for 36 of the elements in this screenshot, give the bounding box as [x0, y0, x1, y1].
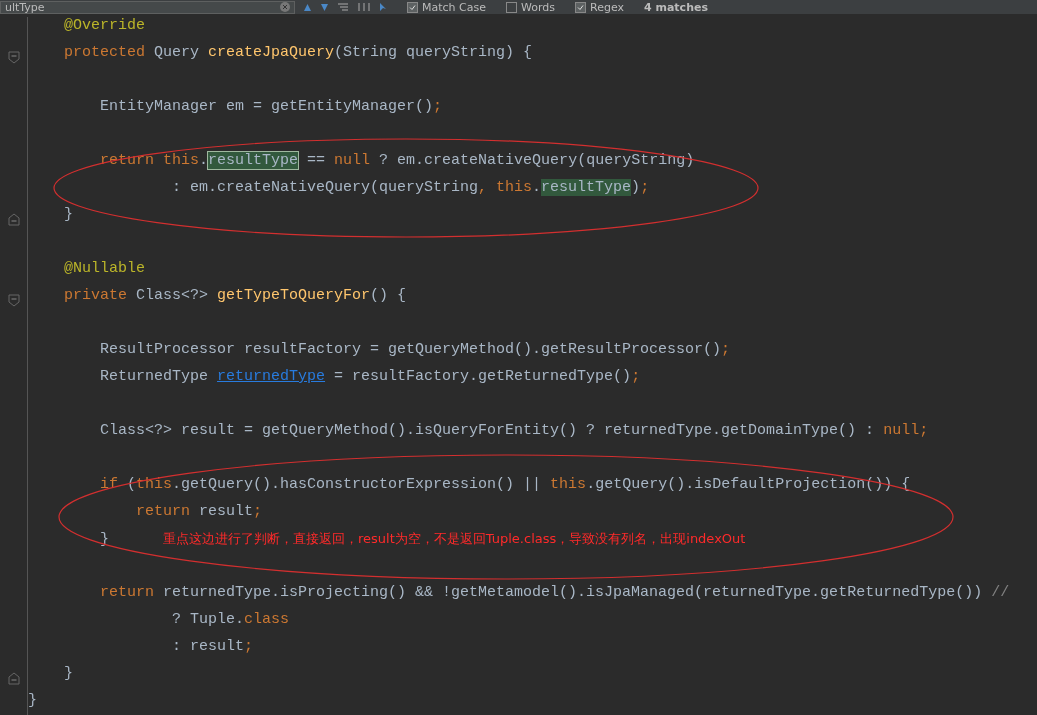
- fold-marker-icon[interactable]: [7, 213, 20, 226]
- code-line: } 重点这边进行了判断，直接返回，result为空，不是返回Tuple.class，导致没有列名，出现indexOut: [99, 530, 747, 550]
- code-line: protected Query createJpaQuery(String queryString) {: [63, 44, 534, 63]
- check-icon: [409, 3, 416, 11]
- fold-marker-icon[interactable]: [7, 294, 20, 307]
- cursor-icon[interactable]: [379, 2, 387, 12]
- select-occurrence-icon[interactable]: [357, 2, 371, 12]
- option-checkbox[interactable]: Words: [506, 0, 555, 14]
- code-line: return returnedType.isProjecting() && !getMetamodel().isJpaManaged(returnedType.getReturnedType()) //: [99, 584, 1010, 603]
- code-line: EntityManager em = getEntityManager();: [99, 98, 444, 117]
- code-line: }: [28, 692, 38, 711]
- code-line: : em.createNativeQuery(queryString, this.resultType);: [171, 179, 651, 198]
- code-line: ReturnedType returnedType = resultFactory.getReturnedType();: [99, 368, 642, 387]
- fold-marker-icon[interactable]: [7, 672, 20, 685]
- match-count: 4 matches: [644, 0, 708, 14]
- code-line: : result;: [171, 638, 255, 657]
- code-line: private Class<?> getTypeToQueryFor() {: [63, 287, 408, 306]
- code-line: }: [63, 206, 74, 225]
- down-arrow-icon[interactable]: [320, 2, 329, 12]
- fold-marker-icon[interactable]: [7, 51, 20, 64]
- code-line: @Override: [63, 17, 146, 36]
- close-icon[interactable]: [280, 2, 290, 12]
- annotation-note: 重点这边进行了判断，直接返回，result为空，不是返回Tuple.class，导致没有列名，出现indexOut: [163, 531, 746, 546]
- code-line: @Nullable: [63, 260, 146, 279]
- option-checkbox[interactable]: Regex: [575, 0, 624, 14]
- filter-icon[interactable]: [337, 2, 349, 12]
- search-field[interactable]: ultType: [0, 0, 295, 14]
- code-line: if (this.getQuery().hasConstructorExpression() || this.getQuery().isDefaultProjection()) {: [99, 476, 912, 495]
- code-line: return result;: [135, 503, 264, 522]
- code-line: ResultProcessor resultFactory = getQueryMethod().getResultProcessor();: [99, 341, 732, 360]
- code-line: ? Tuple.class: [171, 611, 291, 630]
- code-line: Class<?> result = getQueryMethod().isQueryForEntity() ? returnedType.getDomainType() : null;: [99, 422, 930, 441]
- option-checkbox[interactable]: Match Case: [407, 0, 486, 14]
- code-line: }: [63, 665, 74, 684]
- check-icon: [577, 3, 584, 11]
- up-arrow-icon[interactable]: [303, 2, 312, 12]
